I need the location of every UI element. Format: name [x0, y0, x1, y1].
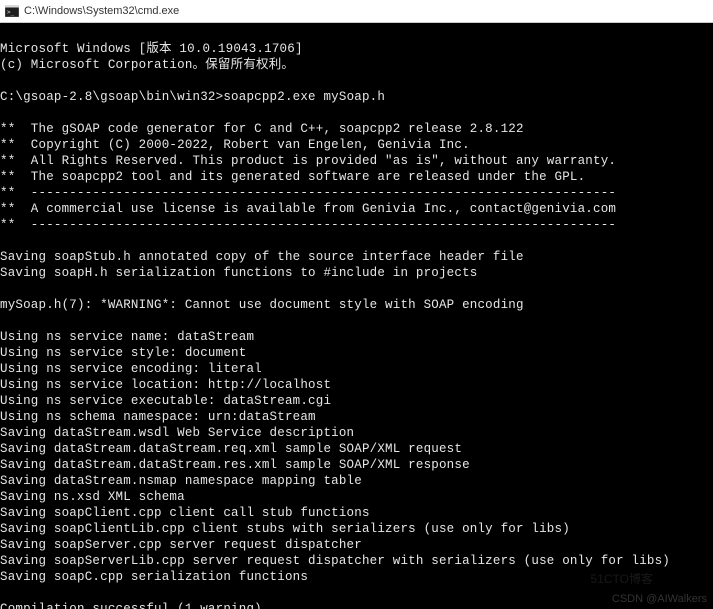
- output-line: ** Copyright (C) 2000-2022, Robert van E…: [0, 138, 470, 152]
- output-line: Saving dataStream.dataStream.res.xml sam…: [0, 458, 470, 472]
- output-line: Saving ns.xsd XML schema: [0, 490, 185, 504]
- output-line: Saving soapClientLib.cpp client stubs wi…: [0, 522, 570, 536]
- titlebar-title: C:\Windows\System32\cmd.exe: [24, 5, 179, 17]
- cwd: C:\gsoap-2.8\gsoap\bin\win32>: [0, 90, 223, 104]
- output-line: Saving dataStream.wsdl Web Service descr…: [0, 426, 354, 440]
- output-line: Using ns schema namespace: urn:dataStrea…: [0, 410, 316, 424]
- output-line: Microsoft Windows [版本 10.0.19043.1706]: [0, 42, 303, 56]
- footer-line: Compilation successful (1 warning): [0, 602, 262, 609]
- output-line: Using ns service name: dataStream: [0, 330, 254, 344]
- output-line: [0, 106, 8, 120]
- cmd-icon: >_: [4, 3, 20, 19]
- svg-text:>_: >_: [7, 9, 15, 16]
- output-line: Saving dataStream.nsmap namespace mappin…: [0, 474, 362, 488]
- output-line: [0, 282, 8, 296]
- output-line: Using ns service executable: dataStream.…: [0, 394, 331, 408]
- command: soapcpp2.exe mySoap.h: [223, 90, 385, 104]
- output-line: ** All Rights Reserved. This product is …: [0, 154, 616, 168]
- output-line: ** The soapcpp2 tool and its generated s…: [0, 170, 585, 184]
- watermark: CSDN @AIWalkers: [612, 593, 707, 605]
- output-line: [0, 74, 8, 88]
- cmd-window: >_ C:\Windows\System32\cmd.exe Microsoft…: [0, 0, 713, 609]
- output-line: (c) Microsoft Corporation。保留所有权利。: [0, 58, 294, 72]
- watermark: 51CTO博客: [591, 570, 653, 587]
- output-line: ** The gSOAP code generator for C and C+…: [0, 122, 524, 136]
- output-line: Using ns service encoding: literal: [0, 362, 262, 376]
- output-line: Saving soapC.cpp serialization functions: [0, 570, 308, 584]
- output-line: ** -------------------------------------…: [0, 186, 616, 200]
- output-line: Saving soapClient.cpp client call stub f…: [0, 506, 370, 520]
- warning-line: mySoap.h(7): *WARNING*: Cannot use docum…: [0, 298, 524, 312]
- output-line: Using ns service style: document: [0, 346, 246, 360]
- output-line: [0, 314, 8, 328]
- prompt-line: C:\gsoap-2.8\gsoap\bin\win32>soapcpp2.ex…: [0, 90, 385, 104]
- output-line: [0, 586, 8, 600]
- output-line: Saving soapServer.cpp server request dis…: [0, 538, 362, 552]
- output-line: Saving soapH.h serialization functions t…: [0, 266, 477, 280]
- output-line: [0, 234, 8, 248]
- output-line: Saving soapServerLib.cpp server request …: [0, 554, 670, 568]
- output-line: Saving dataStream.dataStream.req.xml sam…: [0, 442, 462, 456]
- output-line: ** A commercial use license is available…: [0, 202, 616, 216]
- output-line: Saving soapStub.h annotated copy of the …: [0, 250, 524, 264]
- output-line: ** -------------------------------------…: [0, 218, 616, 232]
- titlebar[interactable]: >_ C:\Windows\System32\cmd.exe: [0, 0, 713, 23]
- output-line: Using ns service location: http://localh…: [0, 378, 331, 392]
- terminal-output[interactable]: Microsoft Windows [版本 10.0.19043.1706] (…: [0, 23, 713, 609]
